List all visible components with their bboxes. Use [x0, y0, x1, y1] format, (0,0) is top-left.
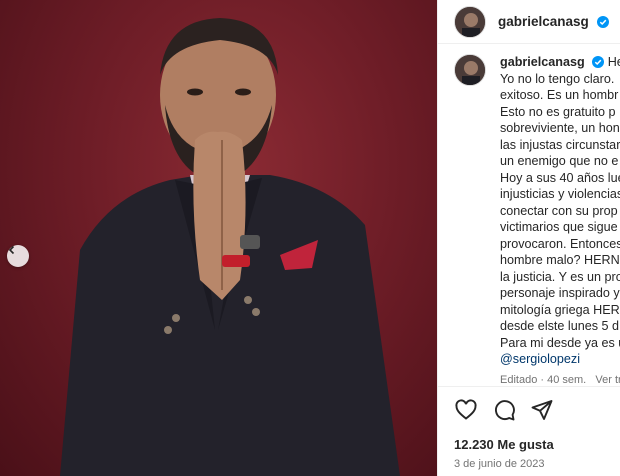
- verified-icon: [596, 16, 609, 28]
- caption-meta: Editado · 40 sem. Ver tr: [500, 374, 620, 386]
- caption-line: injusticias y violencias: [500, 187, 620, 201]
- heart-icon: [455, 399, 477, 420]
- caption-line: Yo no lo tengo claro.: [500, 71, 615, 86]
- like-button[interactable]: [454, 398, 478, 422]
- caption-line: victimarios que sigue: [500, 220, 618, 234]
- chevron-left-icon: [8, 245, 15, 255]
- carousel-prev-button[interactable]: [7, 245, 29, 267]
- caption-line: un enemigo que no e: [500, 154, 619, 168]
- caption-line: desde elste lunes 5 d: [500, 319, 620, 333]
- post-date: 3 de junio de 2023: [454, 458, 545, 470]
- caption-line: la justicia. Y es un pro: [500, 269, 620, 284]
- post-image: [0, 0, 437, 476]
- see-translation-link[interactable]: Ver tr: [595, 374, 620, 386]
- comment-icon: [495, 400, 515, 421]
- post-header: gabrielcanasg: [438, 0, 620, 44]
- share-button[interactable]: [530, 398, 554, 422]
- caption-line: sobreviviente, un hon: [500, 121, 620, 135]
- caption-line: hombre malo? HERN: [500, 253, 620, 267]
- avatar-image: [455, 55, 485, 85]
- caption-line: las injustas circunstar: [500, 137, 620, 152]
- verified-icon: [592, 56, 605, 68]
- mention-link[interactable]: @sergiolopezi: [500, 351, 620, 368]
- post-side-panel: gabrielcanasg gabrielcanasg H Yo no lo t…: [437, 0, 620, 476]
- username-link[interactable]: gabrielcanasg: [498, 14, 609, 29]
- username-text: gabrielcanasg: [498, 14, 589, 29]
- avatar-image: [455, 6, 485, 37]
- caption-line: Para mi desde ya es u: [500, 335, 620, 350]
- caption-line: personaje inspirado y: [500, 286, 620, 300]
- caption-username[interactable]: gabrielcanasg: [500, 55, 585, 69]
- caption-line: provocaron. Entonces: [500, 236, 620, 251]
- edited-label: Editado · 40 sem.: [500, 373, 587, 386]
- action-bar: [454, 398, 554, 422]
- caption-line: Hoy a sus 40 años lue: [500, 170, 620, 185]
- comment-button[interactable]: [492, 398, 516, 422]
- likes-count[interactable]: 12.230 Me gusta: [454, 437, 554, 452]
- caption-line: mitología griega HER: [500, 302, 620, 317]
- caption-line: Esto no es gratuito p: [500, 104, 616, 119]
- caption-line: conectar con su prop: [500, 203, 618, 218]
- divider: [438, 386, 620, 387]
- caption-text: gabrielcanasg Hern Yo no lo tengo claro.…: [500, 54, 620, 368]
- share-icon: [531, 400, 553, 420]
- caption-avatar[interactable]: [454, 54, 486, 86]
- caption-line: exitoso. Es un hombr: [500, 88, 619, 102]
- caption-block: gabrielcanasg Hern Yo no lo tengo claro.…: [454, 54, 620, 386]
- avatar[interactable]: [454, 5, 486, 38]
- portrait-illustration: [60, 18, 400, 476]
- caption-line: Hern: [607, 55, 620, 69]
